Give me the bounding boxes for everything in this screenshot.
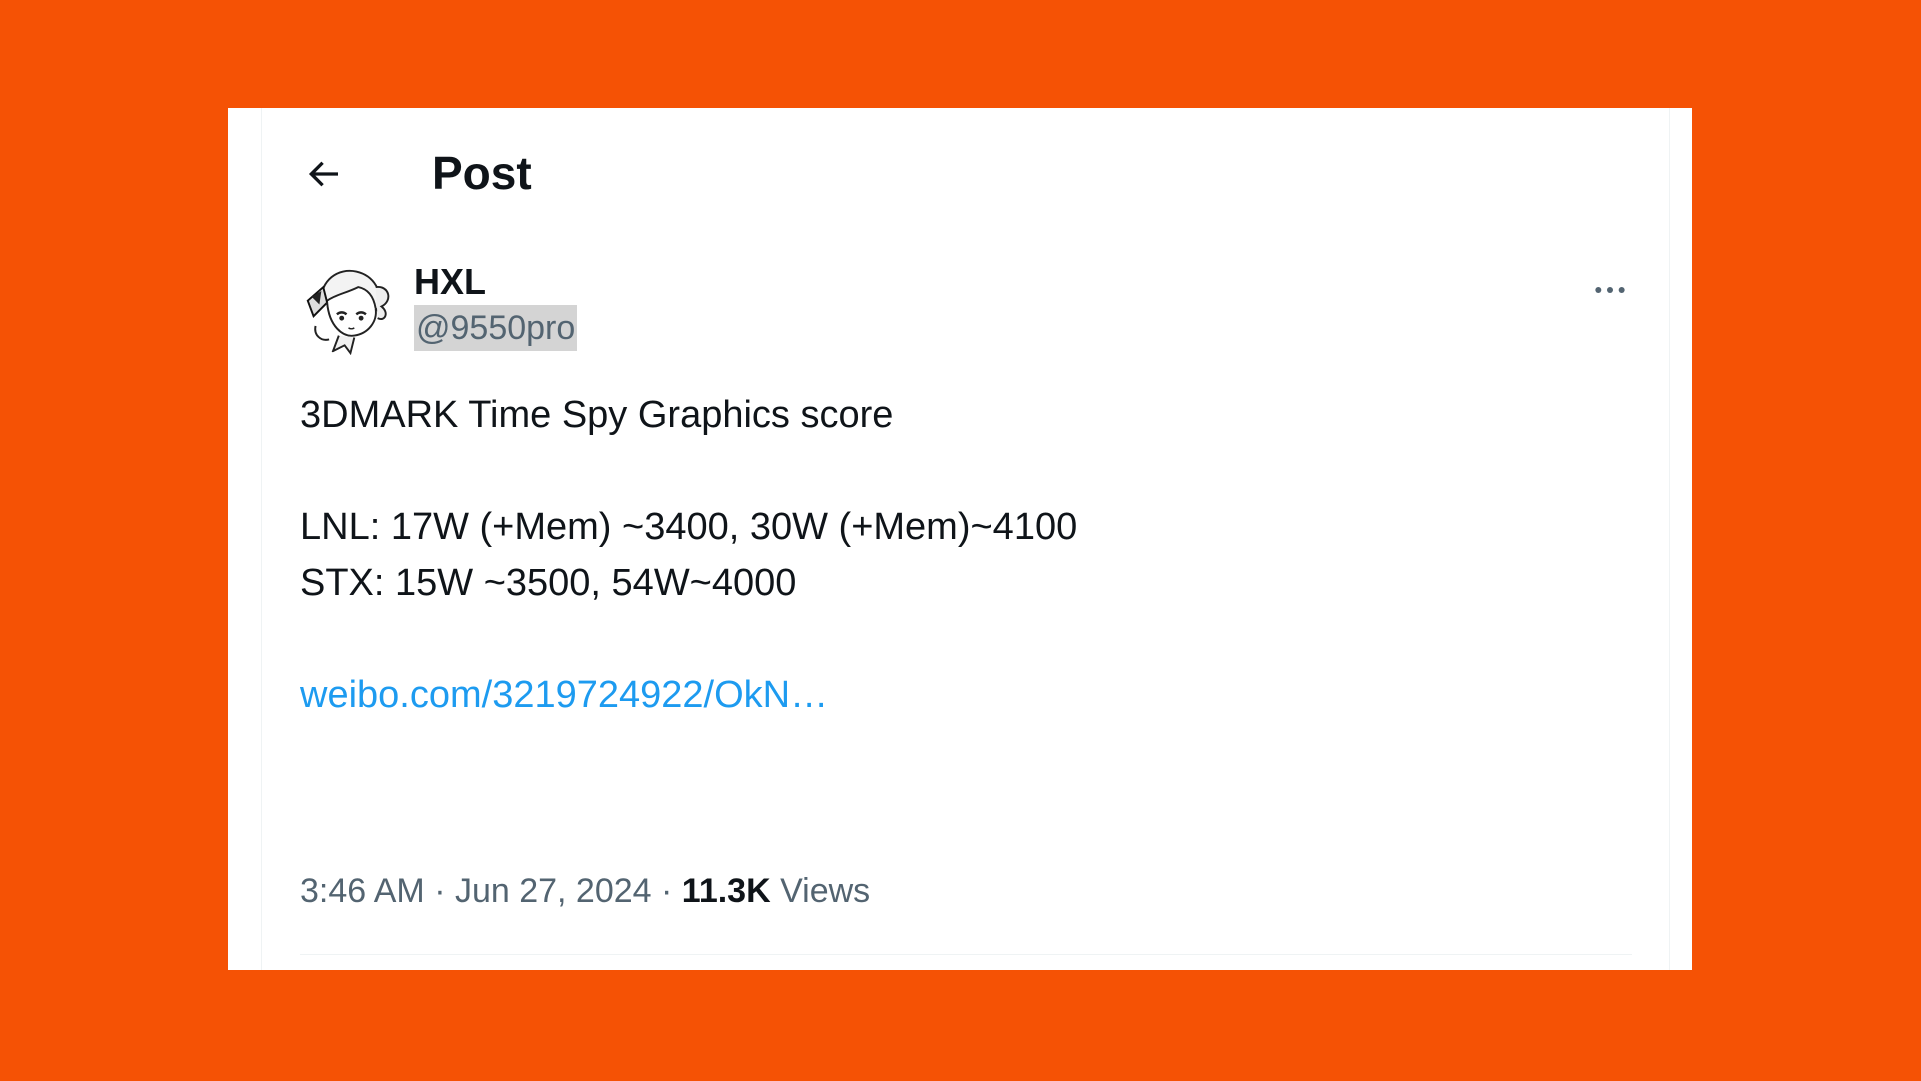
post-timestamp[interactable]: 3:46 AM · Jun 27, 2024 · — [300, 872, 682, 910]
post-meta: 3:46 AM · Jun 27, 2024 · 11.3K Views — [300, 866, 870, 916]
post-text-line: 3DMARK Time Spy Graphics score — [300, 394, 894, 436]
views-count: 11.3K — [681, 872, 771, 910]
author-handle[interactable]: @9550pro — [414, 305, 578, 351]
divider — [300, 954, 1632, 955]
more-button[interactable] — [1580, 268, 1640, 312]
post-text-line: STX: 15W ~3500, 54W~4000 — [300, 562, 797, 604]
back-button[interactable] — [301, 152, 345, 196]
views-label: Views — [770, 872, 871, 910]
page-title: Post — [432, 147, 532, 199]
post-text-line: LNL: 17W (+Mem) ~3400, 30W (+Mem)~4100 — [300, 506, 1078, 548]
post-card: Post HXL @9550pro 3DMARK Time Spy Graphi… — [228, 108, 1692, 970]
column-border-right — [1669, 108, 1670, 970]
post-text: 3DMARK Time Spy Graphics score LNL: 17W … — [300, 387, 1640, 723]
avatar[interactable] — [300, 258, 397, 355]
post-link[interactable]: weibo.com/3219724922/OkN… — [300, 674, 828, 716]
author-name[interactable]: HXL — [414, 260, 486, 304]
avatar-image — [300, 258, 397, 355]
arrow-left-icon — [308, 161, 338, 187]
column-border-left — [261, 108, 262, 970]
more-icon — [1595, 287, 1625, 293]
